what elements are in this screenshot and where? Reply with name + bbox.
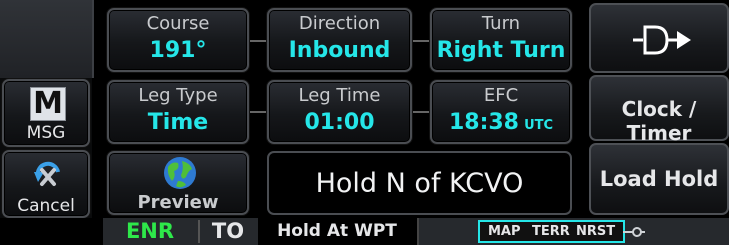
cancel-icon — [34, 161, 60, 186]
connector-line — [248, 40, 268, 42]
load-hold-label: Load Hold — [599, 167, 719, 191]
to-indicator: TO — [211, 219, 245, 243]
cancel-button[interactable]: Cancel — [2, 150, 90, 218]
turn-label: Turn — [481, 13, 521, 34]
leg-time-button[interactable]: Leg Time 01:00 — [267, 80, 412, 144]
left-top-blank — [0, 0, 94, 78]
map-label: MAP — [488, 224, 521, 239]
connector-end-icon — [623, 227, 645, 237]
turn-button[interactable]: Turn Right Turn — [430, 8, 572, 72]
efc-button[interactable]: EFC 18:38 UTC — [430, 80, 572, 144]
msg-icon: M — [30, 87, 66, 121]
msg-label: MSG — [26, 123, 66, 143]
clock-timer-button[interactable]: Clock / Timer — [589, 75, 729, 145]
preview-label: Preview — [137, 192, 219, 213]
leg-type-label: Leg Type — [138, 85, 218, 106]
efc-value: 18:38 — [448, 110, 519, 135]
leg-type-button[interactable]: Leg Type Time — [107, 80, 249, 144]
msg-button[interactable]: M MSG — [2, 79, 90, 147]
efc-unit: UTC — [524, 118, 554, 133]
hold-display-text: Hold N of KCVO — [315, 168, 524, 199]
efc-label: EFC — [483, 85, 519, 106]
hold-at-label: Hold At WPT — [277, 221, 397, 241]
nrst-label: NRST — [576, 224, 616, 239]
connector-line — [248, 111, 268, 113]
direction-value: Inbound — [288, 38, 391, 63]
direction-button[interactable]: Direction Inbound — [267, 8, 412, 72]
course-button[interactable]: Course 191° — [107, 8, 249, 72]
course-value: 191° — [149, 38, 207, 63]
hold-display: Hold N of KCVO — [267, 151, 572, 215]
preview-button[interactable]: Preview — [107, 151, 249, 215]
turn-value: Right Turn — [436, 38, 566, 63]
cancel-label: Cancel — [17, 196, 75, 216]
load-hold-button[interactable]: Load Hold — [589, 143, 729, 215]
flight-phase: ENR — [125, 219, 175, 243]
direction-label: Direction — [298, 13, 381, 34]
direct-to-button[interactable] — [589, 3, 729, 73]
clock-timer-label: Clock / Timer — [621, 97, 697, 145]
terr-label: TERR — [532, 224, 570, 239]
leg-type-value: Time — [147, 110, 209, 135]
globe-icon — [164, 157, 196, 189]
map-status-box[interactable]: MAP TERR NRST — [478, 220, 625, 243]
connector-line — [411, 111, 431, 113]
leg-time-value: 01:00 — [304, 110, 375, 135]
course-label: Course — [146, 13, 210, 34]
divider — [198, 220, 200, 243]
connector-line — [411, 40, 431, 42]
direct-to-icon — [633, 25, 691, 55]
leg-time-label: Leg Time — [298, 85, 381, 106]
